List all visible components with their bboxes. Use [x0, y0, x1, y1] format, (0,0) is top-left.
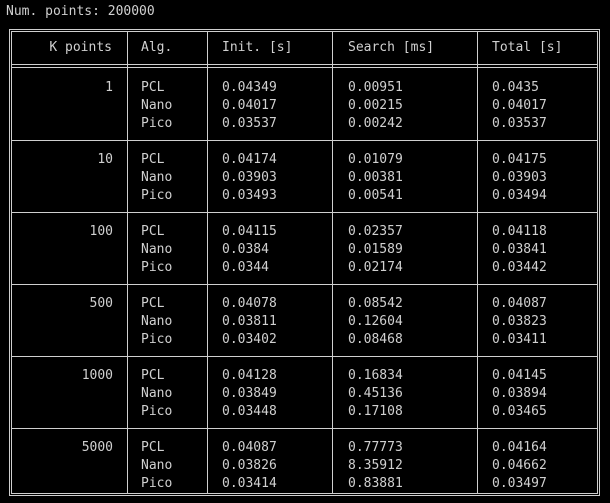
search-time-cell: 0.16834 [348, 368, 403, 383]
search-time-cell: 0.17108 [348, 404, 403, 419]
total-time-cell: 0.04175 [492, 152, 547, 167]
algorithm-cell: Nano [141, 386, 173, 401]
k-points-value: 100 [89, 224, 113, 239]
total-time-cell: 0.03411 [492, 332, 547, 347]
total-time-cell: 0.03841 [492, 242, 547, 257]
init-time-cell: 0.03903 [222, 170, 277, 185]
init-time-cell: 0.03537 [222, 116, 277, 131]
total-time-cell: 0.03497 [492, 476, 547, 491]
k-points-value: 1 [105, 80, 113, 95]
group-divider [12, 212, 597, 213]
algorithm-cell: Nano [141, 314, 173, 329]
k-points-value: 10 [97, 152, 113, 167]
init-time-cell: 0.03826 [222, 458, 277, 473]
total-time-cell: 0.03494 [492, 188, 547, 203]
algorithm-cell: PCL [141, 152, 165, 167]
search-time-cell: 0.00242 [348, 116, 403, 131]
total-time-cell: 0.03903 [492, 170, 547, 185]
column-divider [332, 32, 333, 493]
algorithm-cell: Pico [141, 116, 173, 131]
search-time-cell: 0.08542 [348, 296, 403, 311]
group-divider [12, 140, 597, 141]
column-divider [127, 32, 128, 493]
init-time-cell: 0.0384 [222, 242, 269, 257]
algorithm-cell: PCL [141, 80, 165, 95]
search-time-cell: 0.00381 [348, 170, 403, 185]
algorithm-cell: PCL [141, 224, 165, 239]
group-divider [12, 284, 597, 285]
algorithm-cell: PCL [141, 440, 165, 455]
init-time-cell: 0.0344 [222, 260, 269, 275]
total-time-cell: 0.04118 [492, 224, 547, 239]
search-time-cell: 0.02357 [348, 224, 403, 239]
init-time-cell: 0.03414 [222, 476, 277, 491]
init-time-cell: 0.04349 [222, 80, 277, 95]
table-header-row: K points Alg. Init. [s] Search [ms] Tota… [12, 32, 597, 64]
total-time-cell: 0.04087 [492, 296, 547, 311]
k-points-value: 1000 [81, 368, 113, 383]
init-time-cell: 0.03849 [222, 386, 277, 401]
group-divider [12, 356, 597, 357]
search-time-cell: 0.45136 [348, 386, 403, 401]
k-points-value: 500 [89, 296, 113, 311]
search-time-cell: 0.12604 [348, 314, 403, 329]
algorithm-cell: Nano [141, 458, 173, 473]
algorithm-cell: Pico [141, 476, 173, 491]
init-time-cell: 0.04078 [222, 296, 277, 311]
init-time-cell: 0.04087 [222, 440, 277, 455]
total-time-cell: 0.04017 [492, 98, 547, 113]
search-time-cell: 0.77773 [348, 440, 403, 455]
header-divider [12, 64, 597, 68]
k-points-value: 5000 [81, 440, 113, 455]
search-time-cell: 0.00951 [348, 80, 403, 95]
init-time-cell: 0.03811 [222, 314, 277, 329]
algorithm-cell: Nano [141, 98, 173, 113]
search-time-cell: 0.01079 [348, 152, 403, 167]
search-time-cell: 0.02174 [348, 260, 403, 275]
column-divider [477, 32, 478, 493]
algorithm-cell: Nano [141, 242, 173, 257]
search-time-cell: 0.00215 [348, 98, 403, 113]
total-time-cell: 0.04662 [492, 458, 547, 473]
search-time-cell: 0.08468 [348, 332, 403, 347]
total-time-cell: 0.0435 [492, 80, 539, 95]
init-time-cell: 0.03402 [222, 332, 277, 347]
header-alg: Alg. [141, 40, 173, 55]
init-time-cell: 0.04128 [222, 368, 277, 383]
header-total: Total [s] [492, 40, 563, 55]
group-divider [12, 428, 597, 429]
header-search: Search [ms] [348, 40, 435, 55]
search-time-cell: 8.35912 [348, 458, 403, 473]
results-table: K points Alg. Init. [s] Search [ms] Tota… [9, 29, 600, 496]
algorithm-cell: Nano [141, 170, 173, 185]
search-time-cell: 0.01589 [348, 242, 403, 257]
total-time-cell: 0.03465 [492, 404, 547, 419]
init-time-cell: 0.03493 [222, 188, 277, 203]
search-time-cell: 0.00541 [348, 188, 403, 203]
total-time-cell: 0.03537 [492, 116, 547, 131]
total-time-cell: 0.03823 [492, 314, 547, 329]
init-time-cell: 0.03448 [222, 404, 277, 419]
header-init: Init. [s] [222, 40, 293, 55]
algorithm-cell: PCL [141, 368, 165, 383]
algorithm-cell: Pico [141, 260, 173, 275]
header-k-points: K points [49, 40, 112, 55]
algorithm-cell: Pico [141, 188, 173, 203]
summary-title: Num. points: 200000 [6, 4, 155, 19]
algorithm-cell: Pico [141, 404, 173, 419]
column-divider [207, 32, 208, 493]
total-time-cell: 0.04164 [492, 440, 547, 455]
algorithm-cell: Pico [141, 332, 173, 347]
search-time-cell: 0.83881 [348, 476, 403, 491]
init-time-cell: 0.04115 [222, 224, 277, 239]
init-time-cell: 0.04017 [222, 98, 277, 113]
total-time-cell: 0.03894 [492, 386, 547, 401]
algorithm-cell: PCL [141, 296, 165, 311]
total-time-cell: 0.03442 [492, 260, 547, 275]
init-time-cell: 0.04174 [222, 152, 277, 167]
total-time-cell: 0.04145 [492, 368, 547, 383]
